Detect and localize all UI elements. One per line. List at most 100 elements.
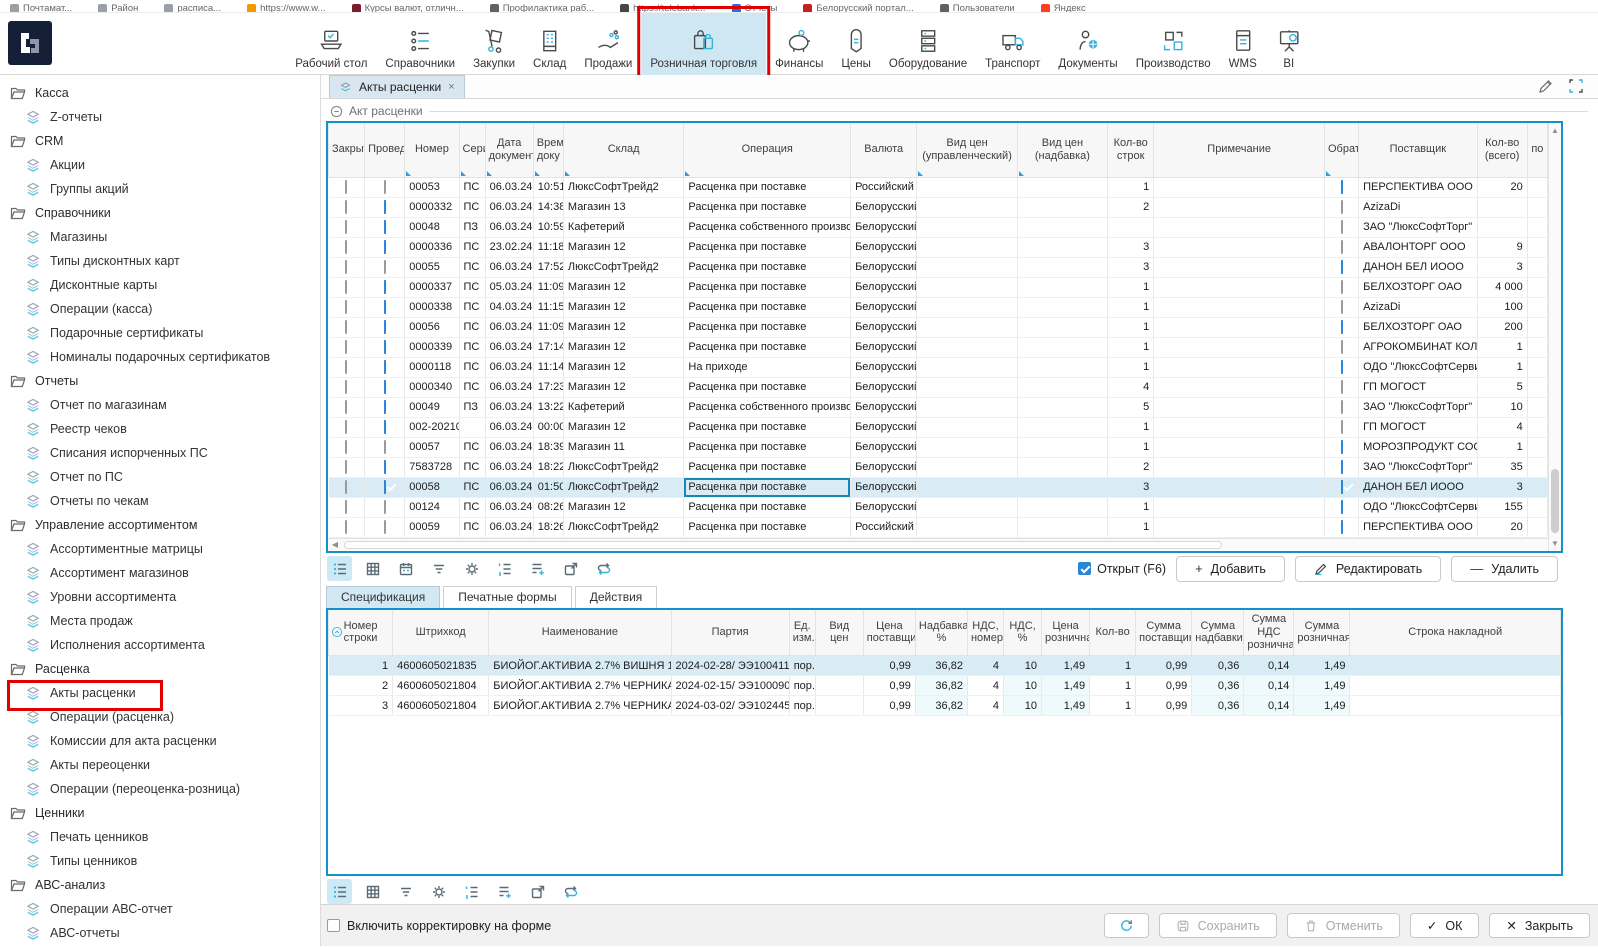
row-checkbox[interactable] [345,280,347,294]
bookmark-item[interactable]: Курсы валют, отличн... [352,3,464,13]
table-cell[interactable]: 1,49 [1294,696,1350,716]
row-checkbox[interactable] [345,440,347,454]
table-cell[interactable] [917,277,1017,297]
table-cell[interactable] [917,297,1017,317]
row-checkbox[interactable] [345,500,347,514]
table-cell[interactable]: ОДО "ЛюксСофтСервис [1359,497,1477,517]
sidebar-item-отчет-по-магазинам[interactable]: Отчет по магазинам [0,393,320,417]
table-cell[interactable] [1154,217,1325,237]
row-checkbox[interactable] [384,380,386,394]
close-button[interactable]: ✕ Закрыть [1489,913,1590,938]
table-cell[interactable] [365,257,405,277]
table-cell[interactable]: 9 [1477,237,1527,257]
table-cell[interactable] [1154,197,1325,217]
list-icon[interactable] [327,556,352,581]
sidebar-item-печать-ценников[interactable]: Печать ценников [0,825,320,849]
table-cell[interactable]: ОДО "ЛюксСофтСервис [1359,357,1477,377]
table-cell[interactable] [1324,297,1358,317]
table-cell[interactable]: 2 [1108,197,1154,217]
table-cell[interactable] [1324,457,1358,477]
table-cell[interactable]: Белорусский [851,337,917,357]
sidebar-item-управление-ассортиментом[interactable]: Управление ассортиментом [0,513,320,537]
table-cell[interactable]: БИОЙОГ.АКТИВИА 2.7% ЧЕРНИКА 17 [489,676,671,696]
row-checkbox[interactable] [1341,380,1343,394]
table-cell[interactable]: 36,82 [915,676,967,696]
table-cell[interactable]: Магазин 12 [563,317,683,337]
table-cell[interactable]: 10:59 [533,217,563,237]
column-header[interactable]: Кол-во [1090,610,1136,656]
horizontal-scroll-thumb[interactable] [344,541,1222,549]
table-cell[interactable]: Расценка при поставке [684,417,851,437]
grid-icon[interactable] [360,556,385,581]
table-cell[interactable] [365,197,405,217]
table-cell[interactable]: 06.03.24 [485,477,533,497]
row-checkbox[interactable] [345,200,347,214]
table-cell[interactable] [1527,477,1547,497]
table-row[interactable]: 00057ПС06.03.2418:39Магазин 11Расценка п… [329,437,1548,457]
module-retail[interactable]: Розничная торговля [641,13,766,75]
table-cell[interactable] [1527,317,1547,337]
table-cell[interactable]: ПС [459,197,485,217]
table-cell[interactable]: Магазин 12 [563,417,683,437]
table-cell[interactable]: 10 [1004,696,1042,716]
table-cell[interactable] [1527,237,1547,257]
table-cell[interactable]: Магазин 12 [563,377,683,397]
table-cell[interactable]: 1 [1108,317,1154,337]
table-cell[interactable]: ПЗ [459,217,485,237]
sidebar-item-операции-касса-[interactable]: Операции (касса) [0,297,320,321]
table-cell[interactable] [365,217,405,237]
table-cell[interactable] [917,517,1017,537]
column-header[interactable]: Ед. изм. [789,610,815,656]
column-header[interactable]: Дата документа [485,123,533,177]
table-cell[interactable]: БИОЙОГ.АКТИВИА 2.7% ЧЕРНИКА 17 [489,696,671,716]
table-cell[interactable] [1527,337,1547,357]
external-icon[interactable] [558,556,583,581]
sidebar-item-z-отчеты[interactable]: Z-отчеты [0,105,320,129]
table-cell[interactable]: 5 [1477,377,1527,397]
module-production[interactable]: Производство [1127,13,1220,75]
table-row[interactable]: 0000336ПС23.02.2411:18Магазин 12Расценка… [329,237,1548,257]
gear-icon[interactable] [459,556,484,581]
table-row[interactable]: 00058ПС06.03.2401:50ЛюксСофтТрейд2Расцен… [329,477,1548,497]
table-cell[interactable]: 1,49 [1042,696,1090,716]
table-cell[interactable] [1108,217,1154,237]
column-header[interactable]: Надбавка, % [915,610,967,656]
row-checkbox[interactable] [384,280,386,294]
sidebar-item-ассортиментные-матрицы[interactable]: Ассортиментные матрицы [0,537,320,561]
table-cell[interactable]: БЕЛХОЗТОРГ ОАО [1359,317,1477,337]
table-cell[interactable]: 1,49 [1042,656,1090,676]
table-cell[interactable]: ПЕРСПЕКТИВА ООО [1359,517,1477,537]
table-cell[interactable]: Расценка при поставке [684,517,851,537]
row-checkbox[interactable] [1341,360,1343,374]
table-cell[interactable]: 0,99 [863,676,915,696]
table-cell[interactable] [917,417,1017,437]
table-cell[interactable] [329,217,365,237]
table-cell[interactable] [917,237,1017,257]
sidebar-item-комиссии-для-акта-расценки[interactable]: Комиссии для акта расценки [0,729,320,753]
table-cell[interactable] [1154,257,1325,277]
table-cell[interactable] [365,277,405,297]
column-header[interactable]: НДС, % [1004,610,1042,656]
table-cell[interactable] [1527,357,1547,377]
collapse-icon[interactable] [330,105,343,118]
table-cell[interactable] [1350,656,1561,676]
table-cell[interactable]: 0,99 [863,656,915,676]
table-cell[interactable]: 0000337 [405,277,459,297]
column-header[interactable]: Поставщик [1359,123,1477,177]
table-cell[interactable]: Расценка при поставке [684,377,851,397]
table-cell[interactable]: Магазин 12 [563,277,683,297]
table-cell[interactable]: 36,82 [915,696,967,716]
refresh-icon[interactable] [558,879,583,904]
table-cell[interactable]: 0,99 [1136,656,1192,676]
table-cell[interactable] [365,337,405,357]
table-cell[interactable] [1017,177,1107,197]
table-row[interactable]: 00053ПС06.03.2410:51ЛюксСофтТрейд2Расцен… [329,177,1548,197]
table-cell[interactable] [1017,337,1107,357]
sidebar-item-расценка[interactable]: Расценка [0,657,320,681]
sidebar-item-подарочные-сертификаты[interactable]: Подарочные сертификаты [0,321,320,345]
table-cell[interactable]: Белорусский [851,397,917,417]
bookmark-item[interactable]: расписа... [164,3,221,13]
table-cell[interactable]: Российский [851,177,917,197]
table-cell[interactable] [1154,497,1325,517]
table-cell[interactable] [917,317,1017,337]
